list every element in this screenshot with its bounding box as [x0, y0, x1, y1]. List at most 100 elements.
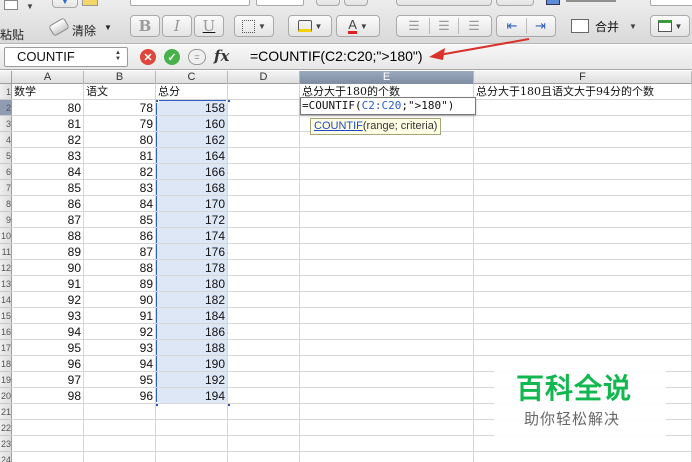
row-header[interactable]: 6 [0, 164, 12, 180]
orientation-button[interactable] [496, 0, 534, 6]
confirm-icon[interactable]: ✓ [164, 49, 180, 65]
row-header[interactable]: 10 [0, 228, 12, 244]
table-cell-math[interactable]: 84 [12, 164, 84, 180]
row-header[interactable]: 19 [0, 372, 12, 388]
table-cell-math[interactable]: 97 [12, 372, 84, 388]
row-header[interactable]: 20 [0, 388, 12, 404]
row-header[interactable]: 5 [0, 148, 12, 164]
row-header[interactable]: 7 [0, 180, 12, 196]
merge-button[interactable]: 合并 ▼ [564, 15, 644, 37]
table-cell-total[interactable]: 184 [156, 308, 228, 324]
font-name-box[interactable] [130, 0, 250, 6]
function-help-link[interactable]: COUNTIF [314, 120, 363, 132]
column-header-f[interactable]: F [474, 71, 692, 84]
table-cell-total[interactable]: 194 [156, 388, 228, 404]
table-cell-chinese[interactable]: 92 [84, 324, 156, 340]
table-cell-math[interactable]: 95 [12, 340, 84, 356]
column-header-e[interactable]: E [300, 71, 474, 84]
table-cell-total[interactable]: 178 [156, 260, 228, 276]
row-header[interactable]: 12 [0, 260, 12, 276]
table-cell-chinese[interactable]: 89 [84, 276, 156, 292]
table-cell-chinese[interactable]: 80 [84, 132, 156, 148]
table-cell-math[interactable]: 98 [12, 388, 84, 404]
select-all-corner[interactable] [0, 71, 12, 84]
formula-input[interactable]: =COUNTIF(C2:C20;">180") [250, 48, 423, 64]
row-header[interactable]: 9 [0, 212, 12, 228]
wrap-text-icon[interactable] [546, 0, 560, 5]
row-header[interactable]: 15 [0, 308, 12, 324]
table-cell-chinese[interactable]: 88 [84, 260, 156, 276]
table-cell-math[interactable]: 90 [12, 260, 84, 276]
column-header-c[interactable]: C [156, 71, 228, 84]
font-size-box[interactable] [256, 0, 304, 6]
decrease-font-button[interactable]: A [344, 0, 368, 6]
table-cell-math[interactable]: 89 [12, 244, 84, 260]
increase-font-button[interactable]: A [316, 0, 340, 6]
clear-button-label[interactable]: 清除 [72, 22, 96, 39]
table-cell-math[interactable]: 94 [12, 324, 84, 340]
table-cell-total[interactable]: 190 [156, 356, 228, 372]
table-cell-math[interactable]: 82 [12, 132, 84, 148]
indent-group[interactable]: ⇤ ⇥ [496, 15, 556, 37]
header-cell-chinese[interactable]: 语文 [84, 84, 156, 100]
wrap-text-label[interactable] [566, 0, 616, 2]
number-format-box[interactable] [650, 0, 692, 6]
eraser-icon[interactable] [48, 17, 70, 37]
decrease-indent-icon[interactable]: ⇤ [498, 18, 526, 34]
cancel-icon[interactable]: ✕ [140, 49, 156, 65]
formula-builder-icon[interactable]: = [188, 49, 206, 65]
table-cell-total[interactable]: 170 [156, 196, 228, 212]
row-header[interactable]: 1 [0, 84, 12, 100]
table-cell-chinese[interactable]: 81 [84, 148, 156, 164]
table-cell-chinese[interactable]: 96 [84, 388, 156, 404]
row-header[interactable]: 3 [0, 116, 12, 132]
paste-icon[interactable] [4, 0, 18, 10]
table-cell-total[interactable]: 164 [156, 148, 228, 164]
table-cell-total[interactable]: 158 [156, 100, 228, 116]
align-group[interactable]: ☰ ☰ ☰ [396, 15, 492, 37]
column-header-b[interactable]: B [84, 71, 156, 84]
fill-color-button[interactable]: ▼ [288, 15, 332, 37]
table-cell-chinese[interactable]: 82 [84, 164, 156, 180]
table-cell-total[interactable]: 162 [156, 132, 228, 148]
table-cell-chinese[interactable]: 94 [84, 356, 156, 372]
clear-dropdown-icon[interactable]: ▼ [104, 23, 112, 32]
row-header[interactable]: 18 [0, 356, 12, 372]
bold-button[interactable]: B [130, 15, 160, 37]
row-header[interactable]: 2 [0, 100, 12, 116]
table-cell-total[interactable]: 188 [156, 340, 228, 356]
row-header[interactable]: 16 [0, 324, 12, 340]
table-cell-math[interactable]: 85 [12, 180, 84, 196]
table-cell-chinese[interactable]: 83 [84, 180, 156, 196]
align-right-icon[interactable]: ☰ [459, 18, 489, 34]
table-cell-total[interactable]: 182 [156, 292, 228, 308]
table-cell-chinese[interactable]: 91 [84, 308, 156, 324]
row-header[interactable]: 11 [0, 244, 12, 260]
table-cell-math[interactable]: 83 [12, 148, 84, 164]
table-cell-math[interactable]: 96 [12, 356, 84, 372]
borders-button[interactable]: ▼ [234, 15, 274, 37]
table-cell-chinese[interactable]: 86 [84, 228, 156, 244]
underline-button[interactable]: U [194, 15, 224, 37]
align-left-icon[interactable]: ☰ [399, 18, 429, 34]
table-cell-math[interactable]: 81 [12, 116, 84, 132]
table-cell-math[interactable]: 92 [12, 292, 84, 308]
row-header[interactable]: 24 [0, 452, 12, 462]
table-cell-chinese[interactable]: 84 [84, 196, 156, 212]
row-header[interactable]: 14 [0, 292, 12, 308]
row-header[interactable]: 22 [0, 420, 12, 436]
paste-dropdown-icon[interactable]: ▼ [26, 2, 34, 11]
number-format-button[interactable]: ▼ [650, 15, 690, 37]
table-cell-total[interactable]: 180 [156, 276, 228, 292]
table-cell-total[interactable]: 160 [156, 116, 228, 132]
header-cell-total[interactable]: 总分 [156, 84, 228, 100]
header-cell-math[interactable]: 数学 [12, 84, 84, 100]
row-header[interactable]: 4 [0, 132, 12, 148]
table-cell-total[interactable]: 172 [156, 212, 228, 228]
table-cell-chinese[interactable]: 79 [84, 116, 156, 132]
paste-button-label[interactable]: 粘贴 [0, 26, 24, 43]
row-header[interactable]: 8 [0, 196, 12, 212]
table-cell-chinese[interactable]: 87 [84, 244, 156, 260]
table-cell-math[interactable]: 93 [12, 308, 84, 324]
table-cell-chinese[interactable]: 93 [84, 340, 156, 356]
